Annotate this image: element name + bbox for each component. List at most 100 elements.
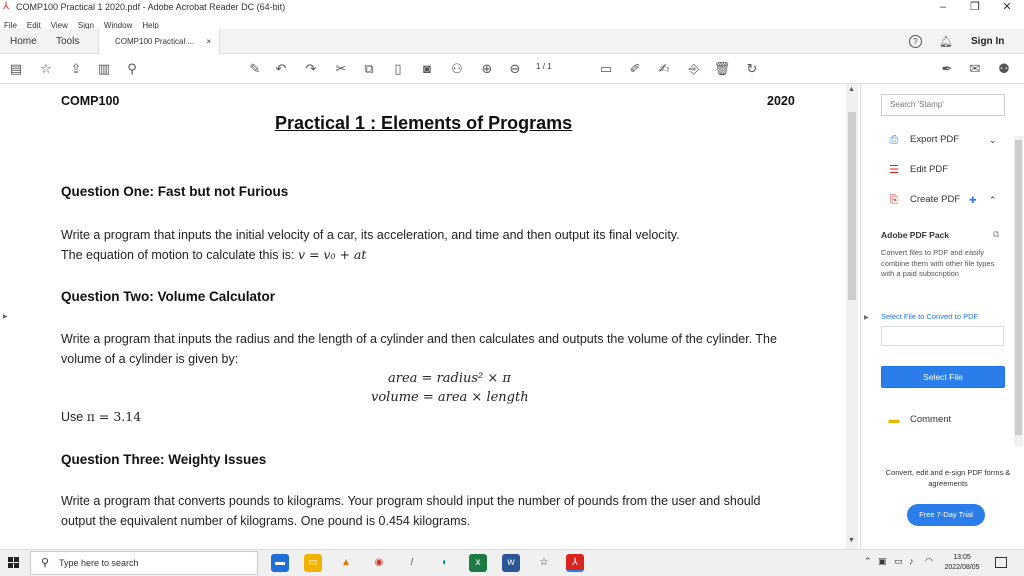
print-icon[interactable]: ▥	[95, 60, 113, 78]
help-icon[interactable]: ?	[909, 35, 922, 48]
page-icon[interactable]: ▯	[389, 60, 407, 78]
wifi-icon[interactable]: ◠	[925, 556, 933, 567]
tools-scrollbar-thumb[interactable]	[1015, 140, 1022, 435]
battery-icon[interactable]: ▭	[894, 556, 903, 567]
store-icon[interactable]: ☆	[535, 554, 553, 572]
question-two-text: Write a program that inputs the radius a…	[61, 332, 777, 366]
close-tab-icon[interactable]: ×	[206, 29, 211, 54]
excel-icon[interactable]: x	[469, 554, 487, 572]
snapshot-icon[interactable]: ◙	[418, 60, 436, 78]
copy-icon[interactable]: ⧉	[360, 60, 378, 78]
minimize-button[interactable]: –	[928, 0, 958, 15]
question-two-heading: Question Two: Volume Calculator	[61, 289, 276, 304]
document-scrollbar[interactable]: ▲ ▼	[846, 84, 858, 549]
file-drop-field[interactable]	[881, 326, 1004, 346]
pdf-pack-description: Convert files to PDF and easily combine …	[881, 248, 995, 278]
document-header-right: 2020	[767, 94, 795, 108]
notifications-icon[interactable]	[995, 557, 1007, 568]
comment-icon: ▬	[888, 414, 900, 426]
taskbar-search-input[interactable]: ⚲ Type here to search	[30, 551, 258, 575]
pen-app-icon[interactable]: /	[403, 554, 421, 572]
cut-icon[interactable]: ✂	[332, 60, 350, 78]
page-indicator[interactable]: 1 / 1	[536, 62, 552, 71]
question-one-line1: Write a program that inputs the initial …	[61, 228, 680, 242]
vlc-icon[interactable]: ▲	[337, 554, 355, 572]
save-icon[interactable]: ▤	[7, 60, 25, 78]
file-explorer-icon[interactable]: ▭	[304, 554, 322, 572]
share-icon[interactable]: ⇪	[67, 60, 85, 78]
system-clock[interactable]: 13:05 2022/08/05	[938, 553, 986, 573]
maximize-button[interactable]: ❐	[960, 0, 990, 15]
tools-search-input[interactable]: Search 'Stamp'	[881, 94, 1005, 116]
send-signature-icon[interactable]: ✒	[938, 60, 956, 78]
question-three-heading: Question Three: Weighty Issues	[61, 452, 267, 467]
rotate-icon[interactable]: ↻	[743, 60, 761, 78]
redo-icon[interactable]: ↷	[302, 60, 320, 78]
edge-icon[interactable]: ◐	[436, 554, 454, 572]
document-title: Practical 1 : Elements of Programs	[275, 113, 573, 133]
chrome-icon[interactable]: ◉	[370, 554, 388, 572]
create-pdf-icon: ⎘	[889, 194, 899, 206]
edit-pdf-label: Edit PDF	[910, 164, 949, 175]
scrollbar-thumb[interactable]	[848, 112, 856, 300]
tools-scrollbar[interactable]	[1014, 136, 1023, 446]
tab-home[interactable]: Home	[10, 29, 37, 54]
velocity-formula: v = v₀ + at	[297, 247, 367, 262]
bookmark-star-icon[interactable]: ☆	[37, 60, 55, 78]
pen-icon[interactable]: ✐	[626, 60, 644, 78]
volume-icon[interactable]: ♪	[909, 556, 914, 566]
add-user-icon[interactable]: ⚉	[995, 60, 1013, 78]
chevron-down-icon[interactable]: ⌄	[989, 135, 997, 146]
chevron-up-icon[interactable]: ⌃	[989, 195, 997, 206]
total-pages: / 1	[542, 62, 552, 71]
email-icon[interactable]: ✉	[966, 60, 984, 78]
edit-document-icon[interactable]: ✎	[246, 60, 264, 78]
document-viewer[interactable]: ▶ COMP100 2020 Practical 1 : Elements of…	[0, 84, 860, 549]
tab-document[interactable]: COMP100 Practical ... ×	[98, 29, 220, 55]
select-file-link[interactable]: Select File to Convert to PDF	[881, 312, 978, 321]
pack-settings-icon[interactable]: ⧉	[993, 229, 999, 240]
previous-page-icon[interactable]: ⊕	[478, 60, 496, 78]
taskbar: ⚲ Type here to search ▬ ▭ ▲ ◉ / ◐ x w ☆ …	[0, 549, 1024, 576]
task-view-icon[interactable]: ▬	[271, 554, 289, 572]
select-file-button[interactable]: Select File	[881, 366, 1005, 388]
tools-pane: ▶ Search 'Stamp' ⎙ Export PDF ⌄ ☰ Edit P…	[860, 84, 1024, 549]
taskbar-search-placeholder: Type here to search	[59, 558, 139, 568]
tab-tools[interactable]: Tools	[56, 29, 79, 54]
window-title: COMP100 Practical 1 2020.pdf - Adobe Acr…	[16, 2, 286, 12]
sign-icon[interactable]: ✍	[655, 60, 673, 78]
document-header-left: COMP100	[61, 94, 120, 108]
tray-app-icon[interactable]: ▣	[878, 556, 887, 567]
acrobat-logo-icon: ⅄	[3, 1, 10, 12]
stamp-icon[interactable]: ⎆	[685, 60, 703, 78]
sign-in-button[interactable]: Sign In	[971, 29, 1004, 54]
delete-icon[interactable]: 🗑︎	[713, 60, 731, 78]
pi-value: π = 3.14	[86, 409, 142, 424]
scroll-down-icon[interactable]: ▼	[848, 537, 855, 544]
word-icon[interactable]: w	[502, 554, 520, 572]
undo-icon[interactable]: ↶	[272, 60, 290, 78]
search-icon: ⚲	[41, 557, 50, 569]
scroll-up-icon[interactable]: ▲	[848, 86, 855, 93]
close-window-button[interactable]: ✕	[992, 0, 1022, 15]
collapse-right-panel-icon[interactable]: ▶	[864, 314, 869, 321]
next-page-icon[interactable]: ⊖	[506, 60, 524, 78]
search-zoom-icon[interactable]: ⚲	[123, 60, 141, 78]
promo-text: Convert, edit and e-sign PDF forms & agr…	[885, 468, 1011, 488]
current-page[interactable]: 1	[536, 62, 540, 71]
create-pdf-add-icon[interactable]: ✚	[969, 195, 977, 206]
menu-bar: File Edit View Sign Window Help	[0, 15, 1024, 30]
question-one-equation-intro: The equation of motion to calculate this…	[61, 248, 298, 262]
expand-left-panel-icon[interactable]: ▶	[3, 313, 8, 320]
comment-icon[interactable]: ▭	[597, 60, 615, 78]
acrobat-taskbar-icon[interactable]: ⅄	[566, 554, 584, 572]
windows-start-icon[interactable]	[8, 557, 20, 569]
edit-pdf-icon: ☰	[889, 164, 899, 176]
free-trial-button[interactable]: Free 7-Day Trial	[907, 504, 985, 526]
notification-bell-icon[interactable]: 🔔︎	[939, 35, 953, 48]
pi-use-label: Use	[61, 410, 87, 424]
binoculars-icon[interactable]: ⚇	[448, 60, 466, 78]
title-bar: ⅄ COMP100 Practical 1 2020.pdf - Adobe A…	[0, 0, 1024, 15]
tray-chevron-icon[interactable]: ⌃	[864, 556, 872, 567]
question-three-text: Write a program that converts pounds to …	[61, 494, 761, 528]
